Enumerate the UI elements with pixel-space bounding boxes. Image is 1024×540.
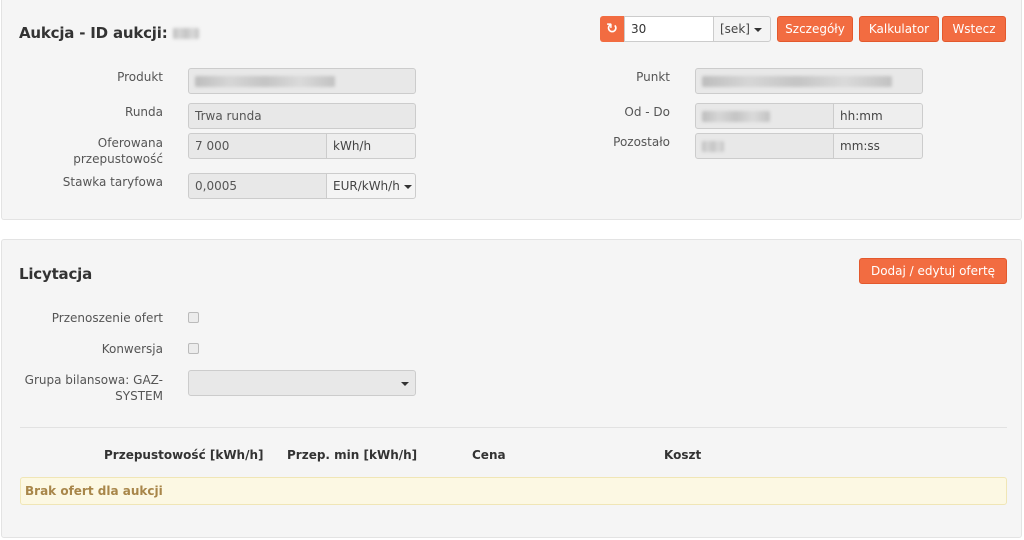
bidding-panel: Licytacja Dodaj / edytuj ofertę Przenosz…	[1, 239, 1022, 538]
from-to-label: Od - Do	[624, 105, 670, 119]
auction-panel: Aukcja - ID aukcji: ↻ 30 [sek] Szczegóły…	[1, 0, 1022, 220]
refresh-icon[interactable]: ↻	[600, 16, 624, 42]
details-button[interactable]: Szczegóły	[777, 16, 853, 42]
conversion-checkbox[interactable]	[188, 343, 199, 354]
chevron-down-icon	[403, 184, 412, 189]
auction-id-redacted	[172, 28, 199, 39]
back-button[interactable]: Wstecz	[942, 16, 1006, 42]
round-field: Trwa runda	[188, 103, 416, 129]
refresh-interval-input[interactable]: 30	[624, 16, 714, 42]
point-field	[695, 68, 923, 94]
column-header-cost: Koszt	[664, 448, 702, 462]
remaining-value-redacted	[702, 141, 724, 152]
refresh-unit-dropdown[interactable]: [sek]	[713, 16, 771, 42]
remaining-unit: mm:ss	[833, 133, 923, 159]
from-to-field	[695, 103, 834, 129]
product-label: Produkt	[117, 70, 163, 84]
auction-title-text: Aukcja - ID aukcji:	[19, 24, 168, 42]
rate-unit-label: EUR/kWh/h	[333, 179, 400, 193]
remaining-label: Pozostało	[613, 135, 670, 149]
bidding-title: Licytacja	[19, 265, 93, 283]
column-header-price: Cena	[472, 448, 506, 462]
point-value-redacted	[702, 76, 892, 87]
round-label: Runda	[125, 105, 163, 119]
rate-field: 0,0005	[188, 173, 327, 199]
column-header-capacity: Przepustowość [kWh/h]	[104, 448, 264, 462]
auction-title: Aukcja - ID aukcji:	[19, 24, 199, 42]
capacity-field: 7 000	[188, 133, 327, 159]
conversion-label: Konwersja	[101, 342, 163, 356]
transfer-offers-checkbox[interactable]	[188, 312, 199, 323]
product-value-redacted	[195, 76, 335, 87]
section-divider	[20, 427, 1007, 428]
product-field	[188, 68, 416, 94]
refresh-unit-label: [sek]	[720, 22, 750, 36]
from-to-value-redacted	[702, 111, 770, 122]
remaining-field	[695, 133, 834, 159]
balance-group-label: Grupa bilansowa: GAZ-SYSTEM	[24, 373, 163, 403]
calculator-button[interactable]: Kalkulator	[859, 16, 939, 42]
from-to-unit: hh:mm	[833, 103, 923, 129]
capacity-label: Oferowana przepustowość	[73, 136, 163, 166]
balance-group-select[interactable]	[188, 370, 416, 396]
point-label: Punkt	[636, 70, 670, 84]
transfer-offers-label: Przenoszenie ofert	[51, 311, 163, 325]
chevron-down-icon	[753, 27, 762, 32]
capacity-unit: kWh/h	[326, 133, 416, 159]
column-header-min-capacity: Przep. min [kWh/h]	[287, 448, 418, 462]
chevron-down-icon	[401, 382, 409, 386]
rate-unit-dropdown[interactable]: EUR/kWh/h	[326, 173, 416, 199]
rate-label: Stawka taryfowa	[62, 175, 163, 189]
no-offers-alert: Brak ofert dla aukcji	[20, 477, 1007, 505]
add-edit-offer-button[interactable]: Dodaj / edytuj ofertę	[859, 258, 1007, 284]
